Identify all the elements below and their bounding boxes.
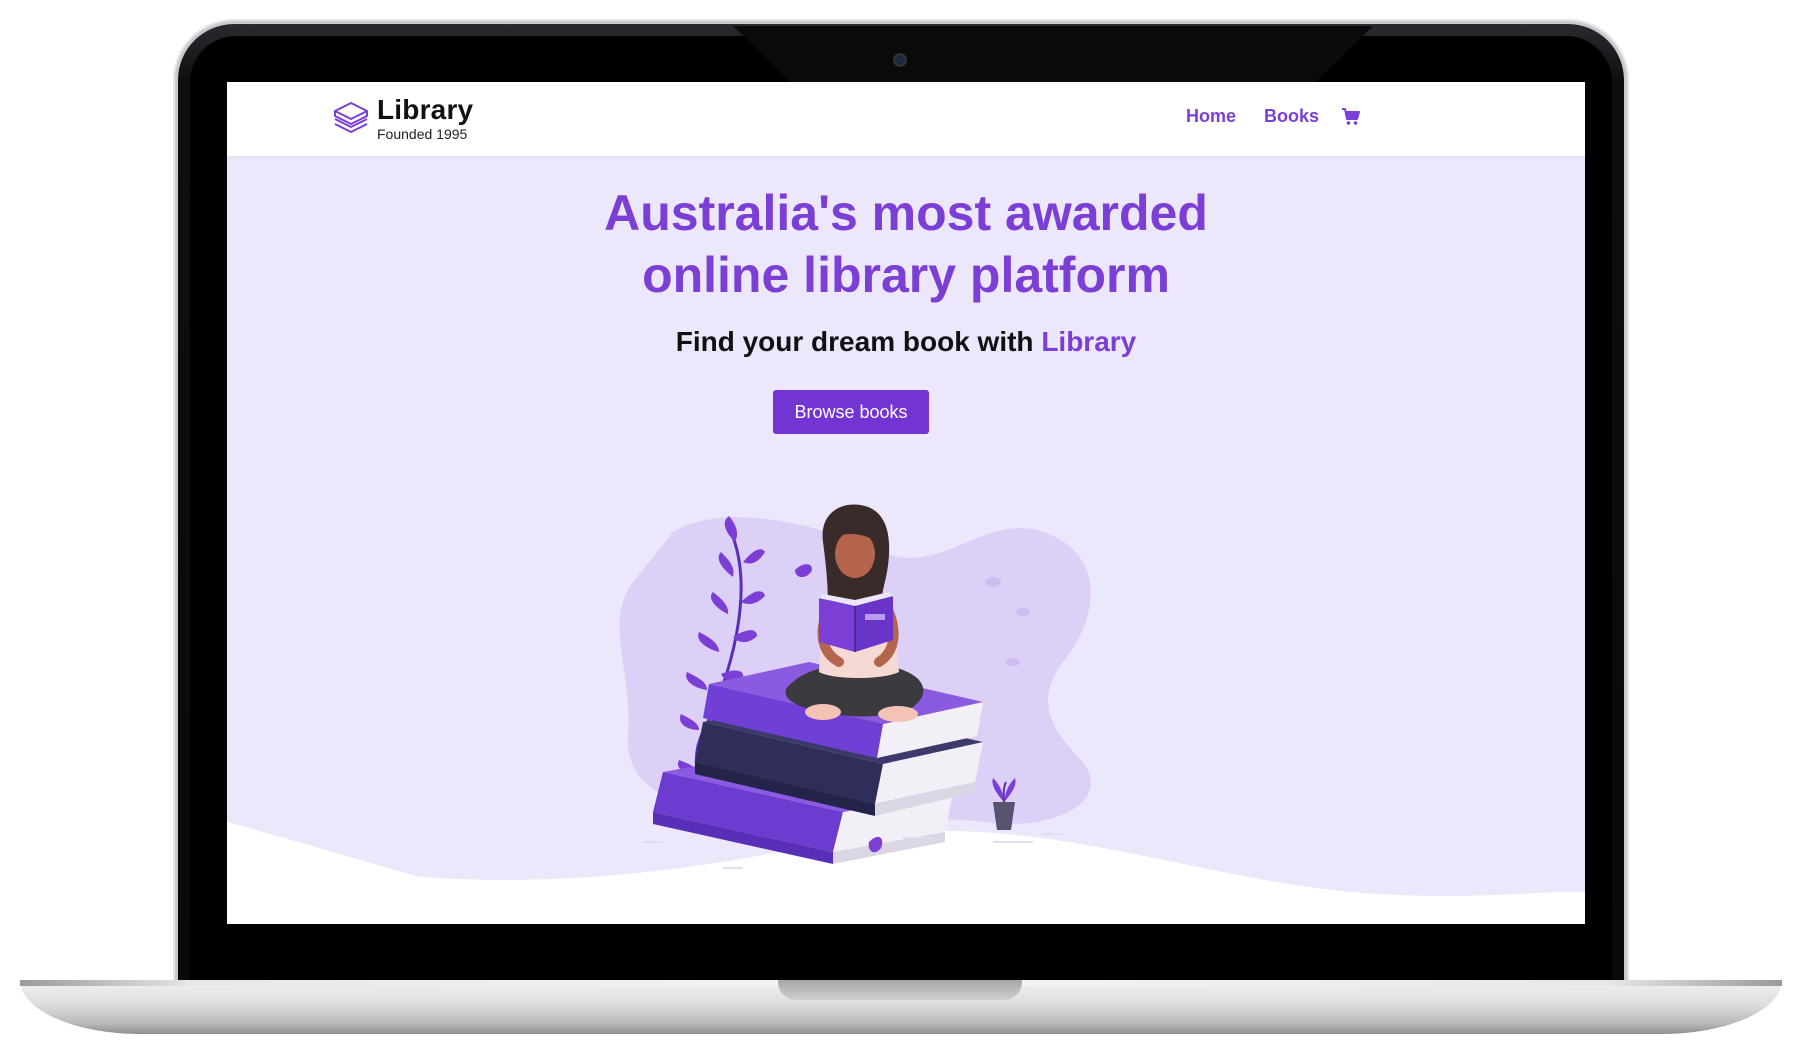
hero-title-line1: Australia's most awarded: [604, 185, 1208, 241]
logo-subtitle: Founded 1995: [377, 125, 468, 142]
laptop-groove: [778, 980, 1022, 1000]
hero-subtitle: Find your dream book with Library: [227, 326, 1585, 358]
shopping-cart-icon[interactable]: [1341, 107, 1361, 127]
hero-title: Australia's most awarded online library …: [227, 182, 1585, 306]
navbar: Library Founded 1995 Home Books: [227, 82, 1585, 156]
nav-link-books[interactable]: Books: [1264, 106, 1319, 127]
camera-icon: [895, 55, 905, 65]
nav-link-home[interactable]: Home: [1186, 106, 1236, 127]
logo-title: Library: [377, 93, 474, 125]
hero-title-line2: online library platform: [642, 247, 1170, 303]
nav-links: Home Books: [1158, 106, 1361, 127]
logo[interactable]: Library Founded 1995: [331, 90, 473, 146]
hero-subtitle-accent: Library: [1041, 326, 1137, 357]
books-stack-icon: [334, 102, 368, 133]
laptop-notch: [733, 26, 1373, 82]
browser-screen: Library Founded 1995 Home Books Australi…: [227, 82, 1585, 924]
browse-books-button[interactable]: Browse books: [773, 390, 929, 434]
hero-subtitle-text: Find your dream book with: [675, 326, 1034, 357]
reading-woman-illustration: [619, 504, 1091, 869]
